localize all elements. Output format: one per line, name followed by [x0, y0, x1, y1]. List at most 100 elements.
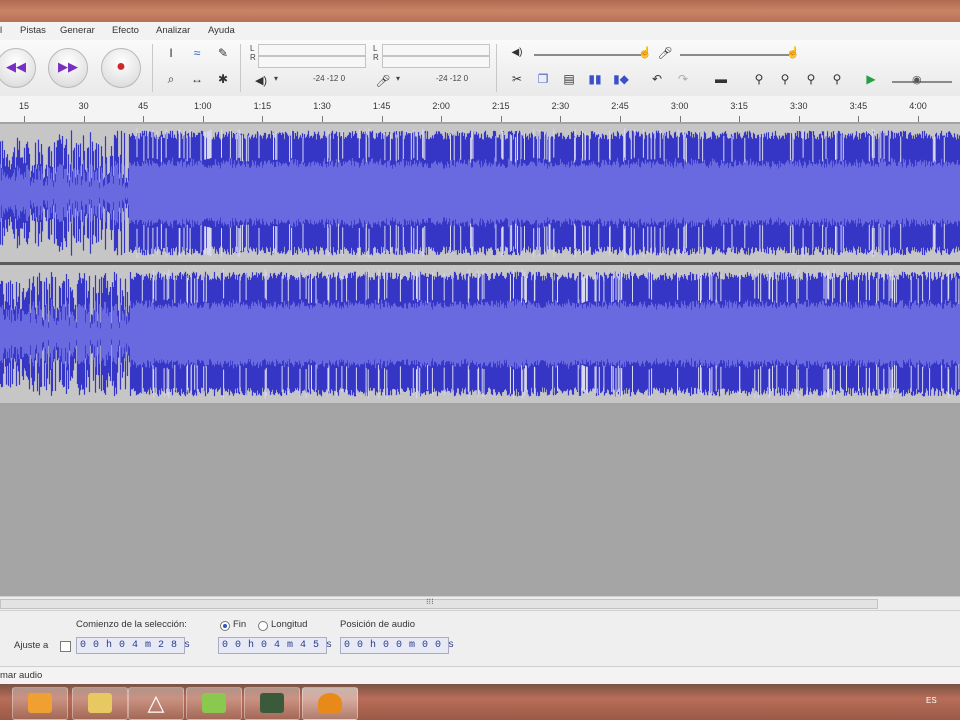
menu-generar[interactable]: Generar	[60, 25, 95, 36]
waveform-rms	[0, 157, 960, 229]
play-at-speed-icon[interactable]: ▶	[862, 70, 880, 88]
timeline-ruler[interactable]: 15 30 45 1:00 1:15 1:30 1:45 2:00 2:15 2:30 2:45 3:…	[0, 96, 960, 123]
skip-start-button[interactable]: ◀◀	[0, 48, 36, 88]
waveform-rms	[0, 298, 960, 370]
play-speed-slider[interactable]	[892, 81, 952, 83]
ruler-tick-label: 1:45	[372, 101, 391, 111]
timeshift-tool-icon[interactable]: ↔	[188, 70, 206, 88]
snap-label: Ajuste a	[14, 640, 49, 651]
end-radio[interactable]	[220, 621, 230, 631]
menu-efecto[interactable]: Efecto	[112, 25, 139, 36]
ruler-tick-label: 2:00	[432, 101, 450, 111]
volume-slider-thumb[interactable]: ☝	[638, 46, 652, 59]
taskbar-app-green[interactable]	[186, 687, 242, 720]
zoom-in-icon[interactable]: ⚲	[750, 70, 768, 88]
media-player-icon	[28, 693, 52, 713]
input-mic-icon: 🎤︎	[657, 46, 673, 60]
playback-meter-2	[258, 56, 366, 68]
empty-track-area[interactable]	[0, 406, 960, 596]
window-title-strip	[0, 0, 960, 22]
taskbar-app-camera[interactable]	[244, 687, 300, 720]
toolbar: ◀◀ ▶▶ ● I ≈ ✎ ⌕ ↔ ✱ LR LR ◀) ▾ -24 -12 0…	[0, 40, 960, 97]
ruler-tick-label: 3:15	[730, 101, 748, 111]
dropdown-arrow[interactable]: ▾	[274, 74, 278, 83]
snap-checkbox[interactable]	[60, 641, 71, 652]
language-indicator[interactable]: ES	[926, 696, 937, 705]
meter-right-label: LR	[373, 44, 379, 62]
microphone-icon[interactable]: 🎤︎	[374, 72, 392, 90]
multi-tool-icon[interactable]: ✱	[214, 70, 232, 88]
cut-icon[interactable]: ✂	[508, 70, 526, 88]
divider	[496, 44, 497, 92]
paste-icon[interactable]: ▤	[560, 70, 578, 88]
record-volume-slider[interactable]	[680, 54, 792, 56]
redo-icon[interactable]: ↷	[674, 70, 692, 88]
taskbar-media-player[interactable]	[12, 687, 68, 720]
taskbar-explorer[interactable]	[72, 687, 128, 720]
scrollbar-thumb[interactable]	[0, 599, 878, 609]
status-bar: mar audio	[0, 666, 960, 685]
selection-toolbar: Comienzo de la selección: Fin Longitud P…	[0, 610, 960, 667]
draw-tool-icon[interactable]: ✎	[214, 44, 232, 62]
zoom-tool-icon[interactable]: ⌕	[162, 70, 180, 88]
volume-icon: ◀)	[511, 47, 523, 58]
ruler-tick-label: 15	[18, 101, 30, 111]
trim-icon[interactable]: ▮▮	[586, 70, 604, 88]
record-meter-2	[382, 56, 490, 68]
waveform-left-channel[interactable]	[0, 124, 960, 262]
record-slider-thumb[interactable]: ☝	[786, 46, 800, 59]
length-label: Longitud	[271, 619, 308, 630]
taskbar-app-triangle[interactable]: △	[128, 687, 184, 720]
ruler-tick-label: 1:30	[313, 101, 331, 111]
audio-position-time[interactable]: 0 0 h 0 0 m 0 0 s	[340, 637, 454, 654]
taskbar: △ ES	[0, 684, 960, 720]
selection-start-time[interactable]: 0 0 h 0 4 m 2 8 s	[76, 637, 190, 654]
dropdown-arrow[interactable]: ▾	[396, 74, 400, 83]
speaker-icon[interactable]: ◀)	[252, 72, 270, 90]
divider	[152, 44, 153, 92]
folder-icon	[88, 693, 112, 713]
record-button[interactable]: ●	[101, 48, 141, 88]
length-radio[interactable]	[258, 621, 268, 631]
taskbar-audacity[interactable]	[302, 687, 358, 720]
green-app-icon	[202, 693, 226, 713]
scale-right: -24 -12 0	[436, 74, 469, 83]
skip-start-icon: ◀◀	[6, 59, 26, 74]
end-label: Fin	[233, 619, 247, 630]
camera-icon	[260, 693, 284, 713]
speed-slider-thumb[interactable]: ◉	[912, 73, 922, 86]
envelope-tool-icon[interactable]: ≈	[188, 44, 206, 62]
undo-icon[interactable]: ↶	[648, 70, 666, 88]
fit-selection-icon[interactable]: ⚲	[802, 70, 820, 88]
ruler-tick-label: 3:45	[849, 101, 868, 111]
divider	[240, 44, 241, 92]
fit-project-icon[interactable]: ⚲	[828, 70, 846, 88]
selection-tool-icon[interactable]: I	[162, 44, 180, 62]
horizontal-scrollbar[interactable]: ⁝⁝⁝	[0, 596, 960, 610]
menu-analizar[interactable]: Analizar	[156, 25, 190, 36]
menu-file[interactable]: l	[0, 25, 2, 36]
menu-ayuda[interactable]: Ayuda	[208, 25, 235, 36]
zoom-out-icon[interactable]: ⚲	[776, 70, 794, 88]
selection-end-time[interactable]: 0 0 h 0 4 m 4 5 s	[218, 637, 332, 654]
ruler-tick-label: 30	[78, 101, 89, 111]
waveform-right-channel[interactable]	[0, 265, 960, 403]
silence-icon[interactable]: ▮◆	[612, 70, 630, 88]
ruler-tick-label: 2:30	[551, 101, 570, 111]
status-text: mar audio	[0, 670, 43, 681]
copy-icon[interactable]: ❐	[534, 70, 552, 88]
ruler-tick-label: 1:15	[253, 101, 272, 111]
headphones-icon	[318, 693, 342, 713]
playback-volume-slider[interactable]	[534, 54, 644, 56]
ruler-tick-label: 2:45	[611, 101, 629, 111]
audio-track[interactable]	[0, 122, 960, 412]
record-meter	[382, 44, 490, 56]
menu-pistas[interactable]: Pistas	[20, 25, 46, 36]
record-icon: ●	[116, 58, 126, 75]
selection-start-label: Comienzo de la selección:	[76, 619, 187, 630]
meter-left-label: LR	[250, 44, 256, 62]
menu-bar: l Pistas Generar Efecto Analizar Ayuda	[0, 22, 960, 41]
scale-left: -24 -12 0	[313, 74, 346, 83]
sync-lock-icon[interactable]: ▬	[712, 70, 730, 88]
skip-end-button[interactable]: ▶▶	[48, 48, 88, 88]
